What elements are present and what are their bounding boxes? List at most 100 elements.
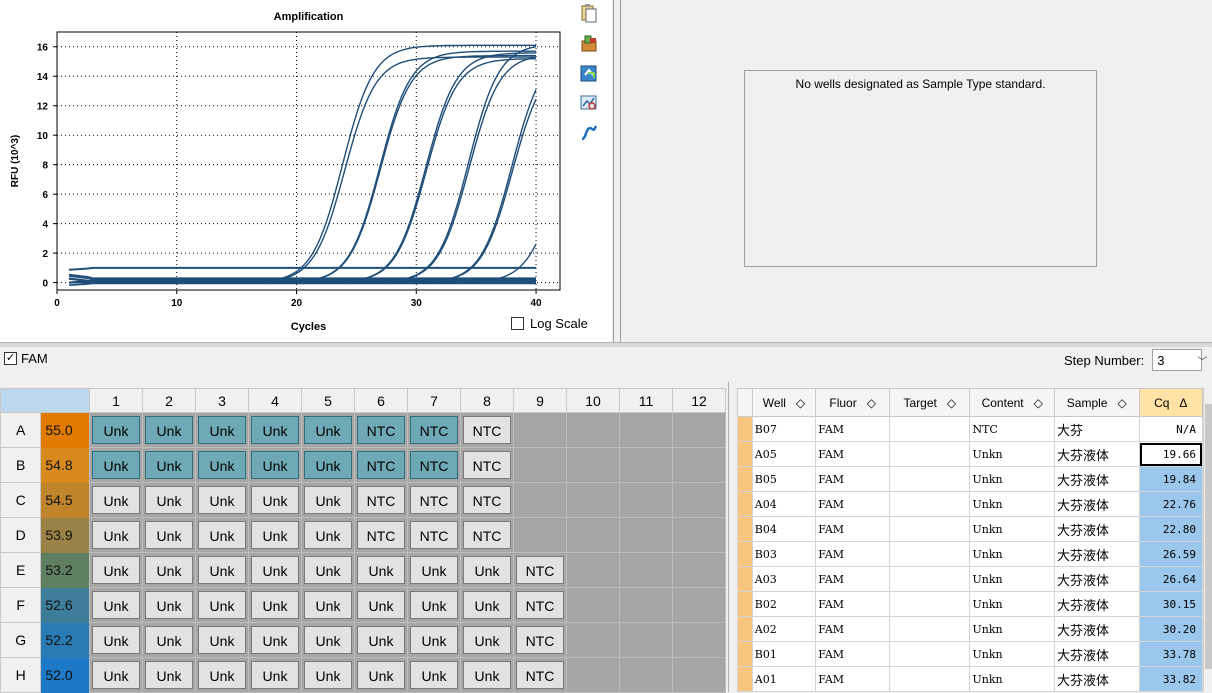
cell-cq[interactable]: 22.76 <box>1138 491 1204 517</box>
cell-fluor[interactable]: FAM <box>815 616 891 642</box>
plate-well[interactable]: Unk <box>248 482 302 518</box>
results-scrollbar[interactable] <box>1203 388 1212 692</box>
plate-well[interactable] <box>619 552 673 588</box>
plate-column-header[interactable]: 6 <box>354 388 408 413</box>
plate-well[interactable]: NTC <box>407 447 461 483</box>
well-content-label[interactable]: Unk <box>92 591 140 619</box>
plate-well[interactable]: NTC <box>460 447 514 483</box>
cell-cq[interactable]: 33.82 <box>1138 666 1204 692</box>
cell-content[interactable]: Unkn <box>969 641 1055 667</box>
plate-column-header[interactable]: 4 <box>248 388 302 413</box>
plate-well[interactable]: NTC <box>460 482 514 518</box>
row-selector[interactable] <box>737 666 753 692</box>
table-row[interactable]: B04 FAM Unkn 大芬液体 22.80 <box>737 516 1204 542</box>
plate-well[interactable] <box>513 517 567 553</box>
plate-column-header[interactable]: 3 <box>195 388 249 413</box>
plate-well[interactable]: Unk <box>354 657 408 693</box>
well-content-label[interactable]: Unk <box>463 661 511 689</box>
cell-fluor[interactable]: FAM <box>815 566 891 592</box>
well-content-label[interactable]: Unk <box>92 451 140 479</box>
well-content-label[interactable]: NTC <box>516 556 564 584</box>
well-content-label[interactable]: Unk <box>198 486 246 514</box>
well-content-label[interactable]: NTC <box>410 521 458 549</box>
well-content-label[interactable]: Unk <box>304 556 352 584</box>
cell-content[interactable]: Unkn <box>969 441 1055 467</box>
column-header-fluor[interactable]: Fluor ◇ <box>815 388 891 417</box>
row-selector[interactable] <box>737 416 753 442</box>
row-selector[interactable] <box>737 466 753 492</box>
plate-well[interactable]: Unk <box>460 622 514 658</box>
cell-content[interactable]: Unkn <box>969 541 1055 567</box>
plate-well[interactable]: Unk <box>89 482 143 518</box>
cell-content[interactable]: Unkn <box>969 591 1055 617</box>
table-row[interactable]: A03 FAM Unkn 大芬液体 26.64 <box>737 566 1204 592</box>
table-row[interactable]: A01 FAM Unkn 大芬液体 33.82 <box>737 666 1204 692</box>
plate-well[interactable]: NTC <box>354 482 408 518</box>
column-header-sample[interactable]: Sample ◇ <box>1054 388 1140 417</box>
plate-well[interactable]: Unk <box>89 657 143 693</box>
sort-ascending-icon[interactable]: Δ <box>1179 396 1187 410</box>
plate-well[interactable]: Unk <box>407 552 461 588</box>
well-content-label[interactable]: NTC <box>357 416 405 444</box>
plate-well[interactable]: NTC <box>460 517 514 553</box>
row-selector[interactable] <box>737 441 753 467</box>
plate-well[interactable] <box>513 412 567 448</box>
plate-well[interactable]: Unk <box>354 622 408 658</box>
table-row[interactable]: B03 FAM Unkn 大芬液体 26.59 <box>737 541 1204 567</box>
well-content-label[interactable]: Unk <box>92 521 140 549</box>
well-content-label[interactable]: NTC <box>357 486 405 514</box>
plate-well[interactable] <box>619 482 673 518</box>
plate-column-header[interactable]: 11 <box>619 388 673 413</box>
cell-cq[interactable]: 30.20 <box>1138 616 1204 642</box>
well-content-label[interactable]: Unk <box>251 591 299 619</box>
well-content-label[interactable]: Unk <box>357 556 405 584</box>
plate-row-header[interactable]: D <box>0 517 42 553</box>
plate-well[interactable]: Unk <box>248 622 302 658</box>
row-selector-header[interactable] <box>737 388 753 417</box>
well-content-label[interactable]: NTC <box>463 416 511 444</box>
cell-sample[interactable]: 大芬液体 <box>1054 491 1140 517</box>
sort-icon[interactable]: ◇ <box>1034 396 1043 410</box>
well-content-label[interactable]: Unk <box>145 486 193 514</box>
well-content-label[interactable]: Unk <box>304 521 352 549</box>
plate-well[interactable]: NTC <box>513 622 567 658</box>
cell-fluor[interactable]: FAM <box>815 416 891 442</box>
well-content-label[interactable]: Unk <box>92 626 140 654</box>
well-content-label[interactable]: Unk <box>463 626 511 654</box>
well-content-label[interactable]: Unk <box>92 556 140 584</box>
cell-fluor[interactable]: FAM <box>815 441 891 467</box>
cell-sample[interactable]: 大芬液体 <box>1054 616 1140 642</box>
plate-well[interactable]: NTC <box>407 482 461 518</box>
cell-content[interactable]: Unkn <box>969 666 1055 692</box>
plate-well[interactable]: Unk <box>407 587 461 623</box>
plate-column-header[interactable]: 9 <box>513 388 567 413</box>
plate-well[interactable]: Unk <box>354 552 408 588</box>
cell-sample[interactable]: 大芬液体 <box>1054 441 1140 467</box>
plate-well[interactable]: NTC <box>407 412 461 448</box>
well-content-label[interactable]: NTC <box>410 486 458 514</box>
plate-well[interactable]: NTC <box>460 412 514 448</box>
well-content-label[interactable]: Unk <box>145 626 193 654</box>
cell-fluor[interactable]: FAM <box>815 516 891 542</box>
cell-well[interactable]: A02 <box>751 616 817 642</box>
plate-well[interactable]: Unk <box>354 587 408 623</box>
plate-well[interactable] <box>566 552 620 588</box>
cell-fluor[interactable]: FAM <box>815 666 891 692</box>
cell-well[interactable]: A04 <box>751 491 817 517</box>
sort-icon[interactable]: ◇ <box>867 396 876 410</box>
well-content-label[interactable]: NTC <box>516 626 564 654</box>
well-content-label[interactable]: NTC <box>463 451 511 479</box>
log-scale-toggle[interactable]: Log Scale <box>511 316 588 331</box>
well-content-label[interactable]: NTC <box>410 416 458 444</box>
well-content-label[interactable]: Unk <box>198 451 246 479</box>
cell-target[interactable] <box>889 591 971 617</box>
cell-well[interactable]: B01 <box>751 641 817 667</box>
plate-column-header[interactable]: 12 <box>672 388 726 413</box>
plate-well[interactable]: Unk <box>195 517 249 553</box>
cell-sample[interactable]: 大芬液体 <box>1054 541 1140 567</box>
cell-fluor[interactable]: FAM <box>815 641 891 667</box>
plate-well[interactable]: Unk <box>195 657 249 693</box>
cell-sample[interactable]: 大芬 <box>1054 416 1140 442</box>
plate-row-header[interactable]: B <box>0 447 42 483</box>
plate-well[interactable]: Unk <box>407 622 461 658</box>
